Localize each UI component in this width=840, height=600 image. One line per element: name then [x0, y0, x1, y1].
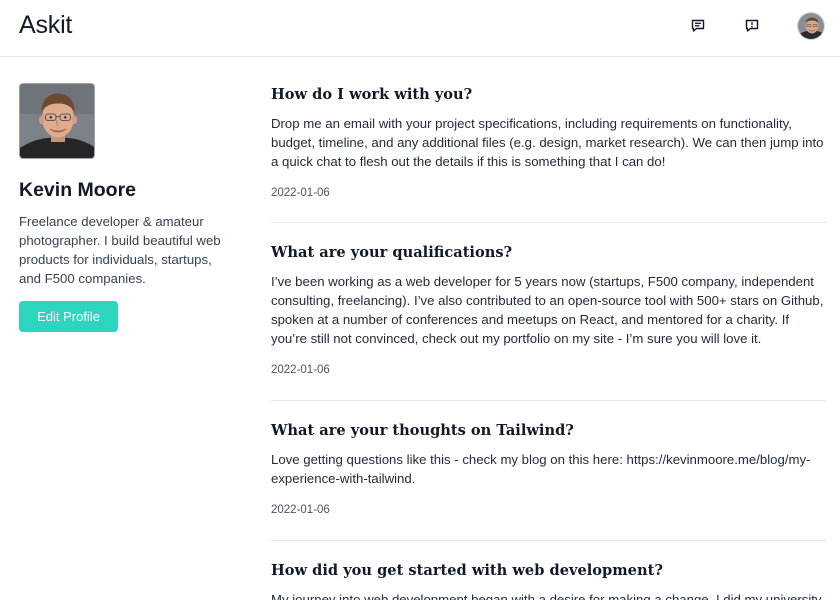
chat-alert-icon-glyph [745, 19, 759, 32]
app-logo[interactable]: Askit [19, 11, 72, 40]
question-answer: My journey into web development began wi… [271, 592, 822, 600]
questions-feed: How do I work with you? Drop me an email… [271, 84, 826, 600]
question-title[interactable]: How did you get started with web develop… [271, 560, 826, 582]
profile-photo-image [20, 84, 94, 158]
question-answer: Drop me an email with your project speci… [271, 116, 824, 169]
top-navigation-bar: Askit [0, 0, 840, 57]
chat-alert-icon[interactable] [742, 16, 762, 36]
question-date: 2022-01-06 [271, 187, 330, 199]
question-item[interactable]: How do I work with you? Drop me an email… [271, 84, 826, 223]
profile-name: Kevin Moore [19, 179, 137, 201]
question-answer: Love getting questions like this - check… [271, 452, 811, 486]
profile-sidebar: Kevin Moore Freelance developer & amateu… [19, 83, 229, 332]
user-avatar[interactable] [797, 12, 825, 40]
question-item[interactable]: What are your qualifications? I’ve been … [271, 223, 826, 401]
question-date: 2022-01-06 [271, 504, 330, 516]
question-title[interactable]: What are your thoughts on Tailwind? [271, 420, 826, 442]
question-item[interactable]: What are your thoughts on Tailwind? Love… [271, 401, 826, 541]
chat-icon[interactable] [688, 16, 708, 36]
avatar-image [798, 13, 824, 39]
profile-photo [19, 83, 95, 159]
profile-bio: Freelance developer & amateur photograph… [19, 214, 221, 286]
question-title[interactable]: What are your qualifications? [271, 242, 826, 264]
edit-profile-button[interactable]: Edit Profile [19, 301, 118, 332]
question-title[interactable]: How do I work with you? [271, 84, 826, 106]
question-answer: I’ve been working as a web developer for… [271, 274, 824, 346]
question-item[interactable]: How did you get started with web develop… [271, 541, 826, 600]
question-date: 2022-01-06 [271, 364, 330, 376]
chat-icon-glyph [691, 19, 705, 32]
